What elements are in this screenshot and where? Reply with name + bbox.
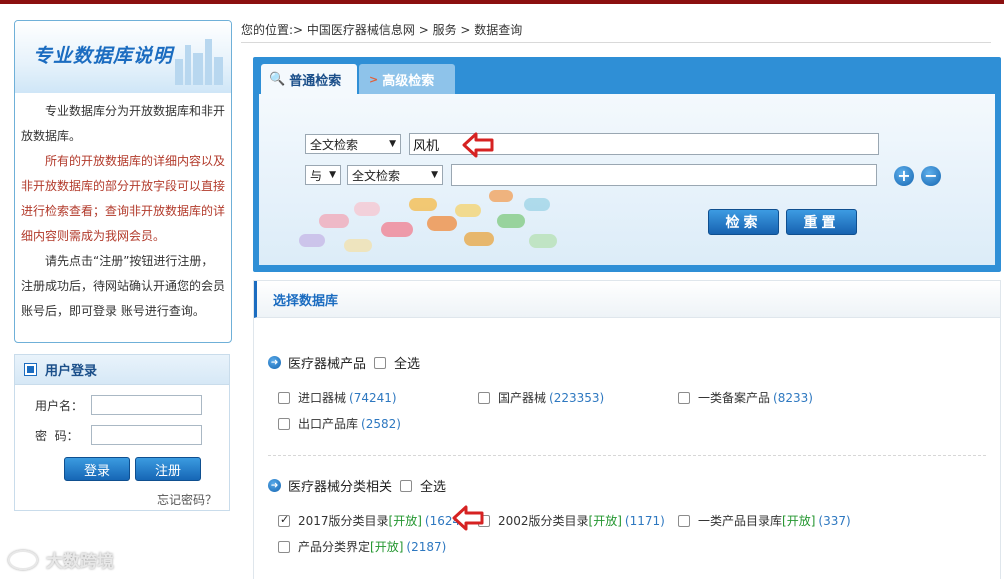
username-input[interactable] xyxy=(91,395,202,415)
checkbox-checked[interactable] xyxy=(278,513,290,527)
checkbox[interactable] xyxy=(678,514,690,527)
register-button[interactable]: 注册 xyxy=(135,457,201,481)
checkbox[interactable] xyxy=(278,391,290,404)
search-panel: 🔍 普通检索 > 高级检索 全文检索 ▼ 风机 与 ▼ 全文检索 ▼ + − 检… xyxy=(253,57,1001,272)
caret-down-icon: ▼ xyxy=(389,139,396,149)
intro-paragraph-2: 所有的开放数据库的详细内容以及非开放数据库的部分开放字段可以直接进行检索查看；查… xyxy=(21,154,226,243)
tab-advanced-search[interactable]: > 高级检索 xyxy=(359,64,455,95)
item-label: 一类产品目录库 xyxy=(698,514,783,528)
item-open-tag: [开放] xyxy=(370,540,404,554)
tab-normal-label: 普通检索 xyxy=(289,74,342,89)
top-bar xyxy=(0,0,1004,4)
forgot-password-link[interactable]: 忘记密码？ xyxy=(157,491,217,508)
item-count: (1171) xyxy=(624,513,665,528)
item-label: 一类备案产品 xyxy=(698,391,771,405)
item-count: (2582) xyxy=(361,416,401,431)
field-select-1[interactable]: 全文检索 ▼ xyxy=(305,134,401,154)
arrow-circle-icon: ➜ xyxy=(268,479,281,492)
intro-paragraph-3: 请先点击“注册”按钮进行注册，注册成功后，待网站确认开通您的会员账号后，即可登录… xyxy=(21,254,226,318)
database-select-panel: 选择数据库 ➜ 医疗器械产品 全选 进口器械 (74241) 国产器械 (223… xyxy=(253,280,1001,579)
db-item-imported-devices[interactable]: 进口器械 (74241) xyxy=(278,389,397,406)
intro-title: 专业数据库说明 xyxy=(33,45,174,67)
database-select-title: 选择数据库 xyxy=(254,281,1000,318)
password-label: 密 码： xyxy=(35,428,79,443)
db-item-export-products[interactable]: 出口产品库 (2582) xyxy=(278,415,401,432)
red-arrow-annotation-icon xyxy=(452,505,484,531)
chevron-right-icon: > xyxy=(369,73,379,86)
item-label: 2002版分类目录 xyxy=(498,514,589,528)
db-item-2002-catalog[interactable]: 2002版分类目录 [开放] (1171) xyxy=(478,512,665,529)
reset-button[interactable]: 重置 xyxy=(786,209,857,235)
logic-select-value: 与 xyxy=(310,168,323,183)
remove-row-icon[interactable]: − xyxy=(921,166,941,186)
item-label: 2017版分类目录 xyxy=(298,514,389,528)
field-select-2-value: 全文检索 xyxy=(352,168,401,183)
breadcrumb: 您的位置:> 中国医疗器械信息网 > 服务 > 数据查询 xyxy=(241,23,523,37)
item-open-tag: [开放] xyxy=(388,514,422,528)
arrow-circle-icon: ➜ xyxy=(268,356,281,369)
group-1-title: 医疗器械产品 xyxy=(288,357,367,372)
item-label: 出口产品库 xyxy=(298,417,359,431)
username-label: 用户名： xyxy=(35,398,84,413)
watermark-logo-icon xyxy=(8,549,38,570)
item-label: 进口器械 xyxy=(298,391,347,405)
select-all-label-2: 全选 xyxy=(420,480,447,495)
db-item-class1-catalog[interactable]: 一类产品目录库 [开放] (337) xyxy=(678,512,851,529)
tab-advanced-label: 高级检索 xyxy=(382,74,435,89)
query-input-1-value: 风机 xyxy=(413,138,440,154)
watermark: 大数跨境 xyxy=(8,547,114,572)
caret-down-icon: ▼ xyxy=(329,170,336,180)
checkbox[interactable] xyxy=(478,391,490,404)
item-label: 国产器械 xyxy=(498,391,547,405)
item-count: (223353) xyxy=(549,390,605,405)
item-count: (74241) xyxy=(349,390,397,405)
breadcrumb-divider xyxy=(241,42,991,43)
db-item-2017-catalog[interactable]: 2017版分类目录 [开放] (1624) xyxy=(278,512,465,529)
db-item-class1-filing[interactable]: 一类备案产品 (8233) xyxy=(678,389,813,406)
select-all-checkbox-2[interactable] xyxy=(400,479,413,492)
group-divider xyxy=(268,455,986,456)
item-open-tag: [开放] xyxy=(588,514,622,528)
db-item-domestic-devices[interactable]: 国产器械 (223353) xyxy=(478,389,604,406)
logic-select[interactable]: 与 ▼ xyxy=(305,165,341,185)
field-select-1-value: 全文检索 xyxy=(310,137,359,152)
search-form: 全文检索 ▼ 风机 与 ▼ 全文检索 ▼ + − 检索 重置 xyxy=(259,94,995,265)
database-intro-panel: 专业数据库说明 专业数据库分为开放数据库和非开放数据库。 所有的开放数据库的详细… xyxy=(14,20,232,343)
red-arrow-annotation-icon xyxy=(462,132,494,158)
login-title: 用户登录 xyxy=(45,364,98,379)
item-open-tag: [开放] xyxy=(782,514,816,528)
field-select-2[interactable]: 全文检索 ▼ xyxy=(347,165,443,185)
checkbox[interactable] xyxy=(278,540,290,553)
add-row-icon[interactable]: + xyxy=(894,166,914,186)
select-all-label-1: 全选 xyxy=(394,357,421,372)
db-item-classification-definition[interactable]: 产品分类界定 [开放] (2187) xyxy=(278,538,446,555)
item-count: (2187) xyxy=(406,539,447,554)
checkbox[interactable] xyxy=(678,391,690,404)
watermark-text: 大数跨境 xyxy=(46,552,114,572)
select-all-checkbox-1[interactable] xyxy=(374,356,387,369)
password-input[interactable] xyxy=(91,425,202,445)
city-skyline-icon xyxy=(173,39,223,85)
square-bullet-icon xyxy=(24,363,37,376)
login-button[interactable]: 登录 xyxy=(64,457,130,481)
item-count: (337) xyxy=(818,513,851,528)
magnifier-icon: 🔍 xyxy=(269,72,286,87)
caret-down-icon: ▼ xyxy=(431,170,438,180)
item-count: (8233) xyxy=(773,390,813,405)
login-panel: 用户登录 用户名： 密 码： 登录 注册 忘记密码？ xyxy=(14,354,230,511)
intro-paragraph-1: 专业数据库分为开放数据库和非开放数据库。 xyxy=(21,104,226,143)
item-label: 产品分类界定 xyxy=(298,540,371,554)
intro-banner: 专业数据库说明 xyxy=(15,21,231,93)
group-device-classification: ➜ 医疗器械分类相关 全选 xyxy=(268,476,446,495)
search-button[interactable]: 检索 xyxy=(708,209,779,235)
query-input-2[interactable] xyxy=(451,164,877,186)
group-2-title: 医疗器械分类相关 xyxy=(288,480,393,495)
tab-normal-search[interactable]: 🔍 普通检索 xyxy=(261,64,357,95)
checkbox[interactable] xyxy=(278,417,290,430)
group-device-products: ➜ 医疗器械产品 全选 xyxy=(268,353,420,372)
